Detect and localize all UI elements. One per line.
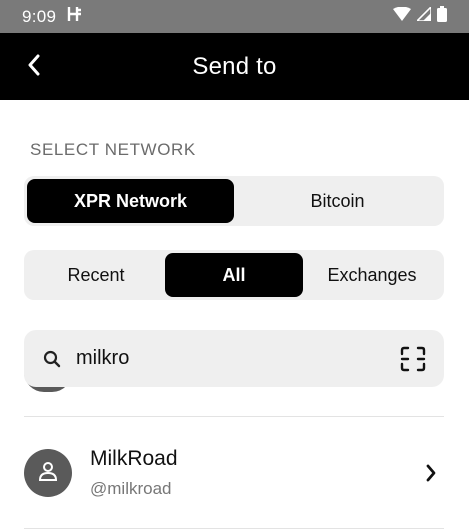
status-time: 9:09 [22,6,57,26]
network-option-xpr[interactable]: XPR Network [27,179,234,223]
battery-icon [437,6,447,27]
contact-handle: @milkroad [90,479,172,498]
contact-text: MilkRoad @milkroad [90,447,419,499]
qr-scan-icon[interactable] [398,344,428,374]
status-bar: 9:09 [0,0,469,33]
wifi-icon [393,6,411,26]
back-button[interactable] [18,51,50,83]
chevron-right-icon [419,461,443,485]
status-left: 9:09 [22,5,84,28]
filter-tab-exchanges[interactable]: Exchanges [303,253,441,297]
select-network-label: SELECT NETWORK [30,140,196,159]
avatar [24,449,72,497]
divider [24,416,444,417]
chevron-left-icon [27,54,41,81]
signal-icon [415,5,432,26]
contact-row[interactable]: MilkRoad @milkroad [0,430,469,516]
filter-selector: Recent All Exchanges [24,250,444,300]
filter-tab-all[interactable]: All [165,253,303,297]
contact-name: MilkRoad [90,447,178,470]
filter-tab-recent[interactable]: Recent [27,253,165,297]
h-app-icon [66,5,84,28]
network-selector: XPR Network Bitcoin [24,176,444,226]
search-icon [42,349,62,369]
status-right [393,5,447,27]
divider [24,528,444,529]
network-option-bitcoin[interactable]: Bitcoin [234,179,441,223]
page-title: Send to [192,52,277,80]
person-icon [36,459,60,488]
app-bar: Send to [0,33,469,100]
search-input[interactable] [76,347,398,370]
search-box [24,330,444,387]
